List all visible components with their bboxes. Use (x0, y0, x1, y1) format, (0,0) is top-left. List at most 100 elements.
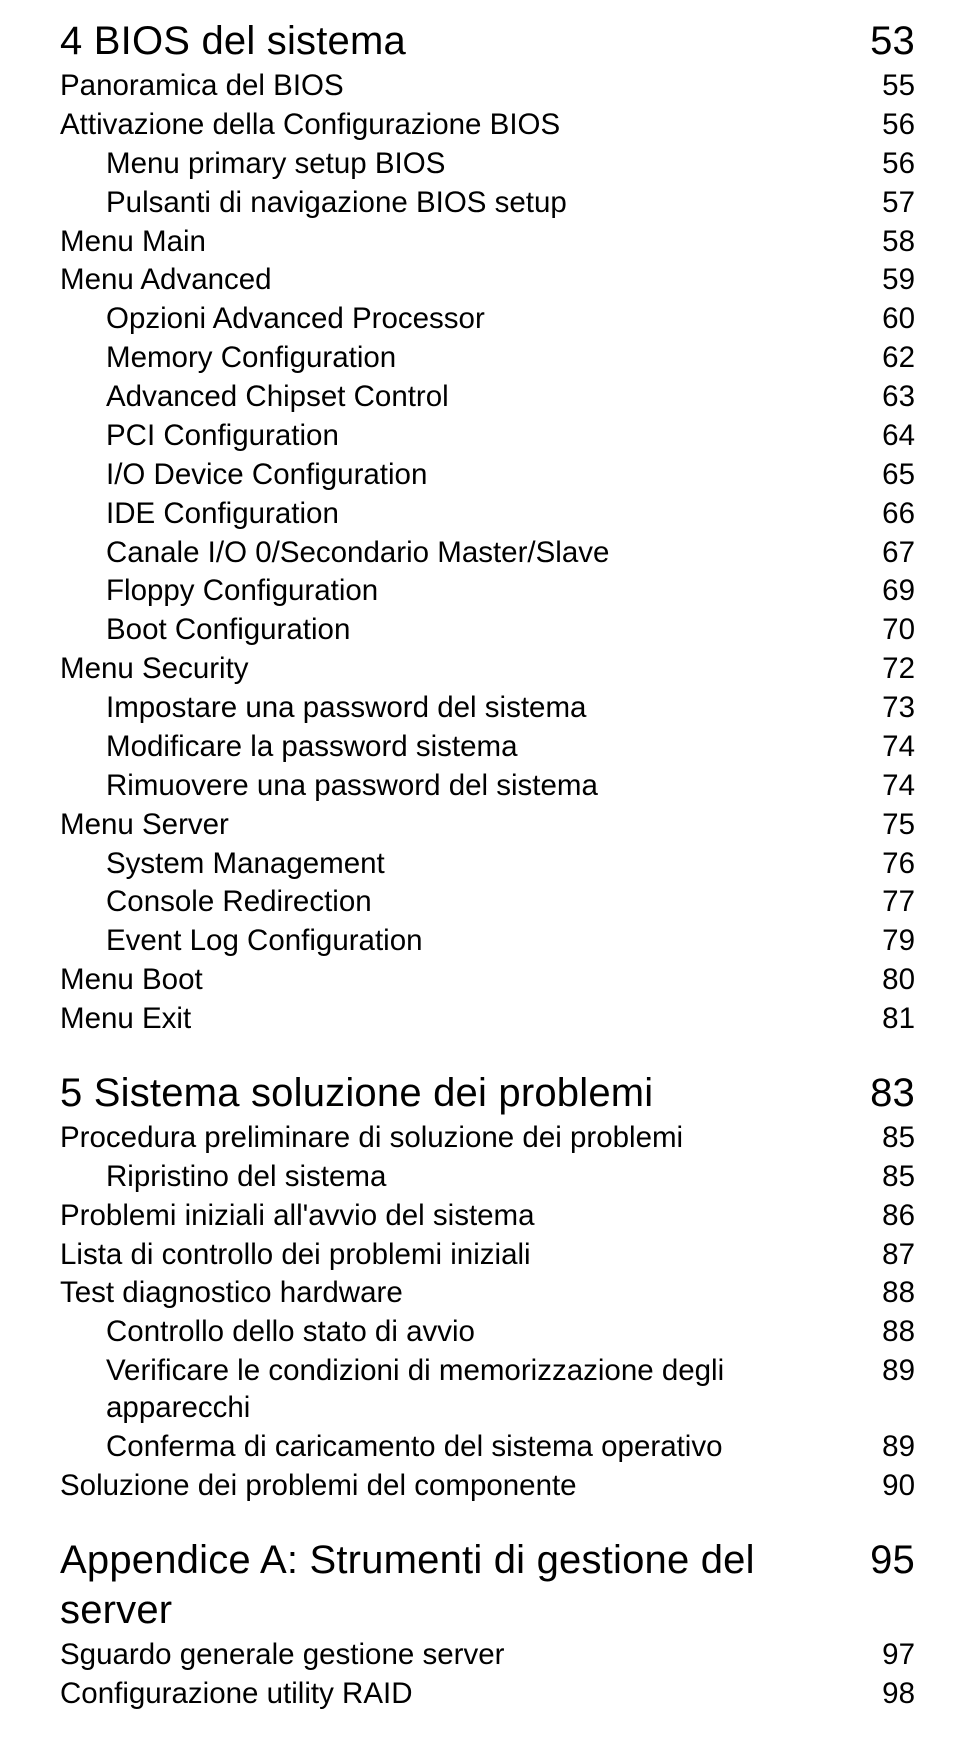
toc-entry-l1: Floppy Configuration (106, 573, 388, 610)
toc-page-number: 97 (855, 1637, 915, 1674)
section-gap (60, 1038, 915, 1062)
chapter-title: 5 Sistema soluzione dei problemi (60, 1068, 653, 1118)
toc-row: Memory Configuration 62 (60, 340, 915, 377)
toc-entry-l1: Verificare le condizioni di memorizzazio… (106, 1353, 855, 1427)
toc-entry-l0: Problemi iniziali all'avvio del sistema (60, 1198, 535, 1235)
toc-row: Menu primary setup BIOS56 (60, 146, 915, 183)
toc-page-number: 87 (855, 1237, 915, 1274)
toc-row: IDE Configuration66 (60, 496, 915, 533)
toc-page-number: 67 (855, 535, 915, 572)
chapter-title: Appendice A: Strumenti di gestione del s… (60, 1535, 855, 1635)
toc-row: Pulsanti di navigazione BIOS setup 57 (60, 185, 915, 222)
toc-page-number: 90 (855, 1468, 915, 1505)
toc-row: Conferma di caricamento del sistema oper… (60, 1429, 915, 1466)
toc-row: System Management 76 (60, 846, 915, 883)
toc-entry-l0: Attivazione della Configurazione BIOS (60, 107, 560, 144)
toc-page-number: 88 (855, 1275, 915, 1312)
toc-page-number: 73 (855, 690, 915, 727)
toc-entry-l0: Sguardo generale gestione server (60, 1637, 504, 1674)
toc-row: Procedura preliminare di soluzione dei p… (60, 1120, 915, 1157)
toc-entry-l1: System Management (106, 846, 395, 883)
toc-page-number: 85 (855, 1120, 915, 1157)
chapter-page: 95 (855, 1535, 915, 1585)
toc-page-number: 76 (855, 846, 915, 883)
toc-entry-l0: Panoramica del BIOS (60, 68, 344, 105)
toc-row: Modificare la password sistema74 (60, 729, 915, 766)
toc-page-number: 86 (855, 1198, 915, 1235)
toc-page-number: 80 (855, 962, 915, 999)
toc-page-number: 79 (855, 923, 915, 960)
toc-entry-l1: Controllo dello stato di avvio (106, 1314, 485, 1351)
toc-entry-l1: I/O Device Configuration (106, 457, 437, 494)
toc-row: Menu Advanced 59 (60, 262, 915, 299)
toc-page-number: 56 (855, 146, 915, 183)
toc-page-number: 56 (855, 107, 915, 144)
toc-row: Impostare una password del sistema 73 (60, 690, 915, 727)
toc-row: Appendice A: Strumenti di gestione del s… (60, 1535, 915, 1635)
toc-page-number: 89 (855, 1429, 915, 1466)
toc-entry-l0: Menu Boot (60, 962, 203, 999)
toc-row: Lista di controllo dei problemi iniziali… (60, 1237, 915, 1274)
toc-row: Opzioni Advanced Processor60 (60, 301, 915, 338)
toc-row: Canale I/O 0/Secondario Master/Slave 67 (60, 535, 915, 572)
toc-row: Menu Server 75 (60, 807, 915, 844)
chapter-title: 4 BIOS del sistema (60, 16, 406, 66)
toc-row: Ripristino del sistema85 (60, 1159, 915, 1196)
toc-entry-l0: Test diagnostico hardware (60, 1275, 403, 1312)
toc-page-number: 72 (855, 651, 915, 688)
toc-page-number: 63 (855, 379, 915, 416)
toc-row: Problemi iniziali all'avvio del sistema 8… (60, 1198, 915, 1235)
toc-row: Event Log Configuration 79 (60, 923, 915, 960)
toc-row: Verificare le condizioni di memorizzazio… (60, 1353, 915, 1427)
toc-page-number: 55 (855, 68, 915, 105)
toc-page-number: 64 (855, 418, 915, 455)
toc-entry-l1: Event Log Configuration (106, 923, 433, 960)
toc-page-number: 66 (855, 496, 915, 533)
toc-page-number: 58 (855, 224, 915, 261)
toc-row: I/O Device Configuration65 (60, 457, 915, 494)
section-gap (60, 1505, 915, 1529)
toc-entry-l1: Boot Configuration (106, 612, 360, 649)
toc-row: Floppy Configuration 69 (60, 573, 915, 610)
toc-entry-l1: Canale I/O 0/Secondario Master/Slave (106, 535, 619, 572)
toc-entry-l1: Rimuovere una password del sistema (106, 768, 608, 805)
toc-row: 5 Sistema soluzione dei problemi 83 (60, 1068, 915, 1118)
toc-entry-l0: Procedura preliminare di soluzione dei p… (60, 1120, 683, 1157)
toc-entry-l0: Menu Server (60, 807, 229, 844)
toc-page-number: 62 (855, 340, 915, 377)
toc-entry-l1: Console Redirection (106, 884, 382, 921)
toc-entry-l0: Lista di controllo dei problemi iniziali (60, 1237, 531, 1274)
chapter-page: 83 (855, 1068, 915, 1118)
toc-entry-l0: Menu Advanced (60, 262, 272, 299)
toc-entry-l1: Opzioni Advanced Processor (106, 301, 495, 338)
toc-row: Panoramica del BIOS 55 (60, 68, 915, 105)
toc-entry-l0: Menu Main (60, 224, 206, 261)
toc-page-number: 88 (855, 1314, 915, 1351)
toc-entry-l1: PCI Configuration (106, 418, 349, 455)
toc-entry-l1: Memory Configuration (106, 340, 406, 377)
toc-row: Boot Configuration70 (60, 612, 915, 649)
toc-entry-l0: Soluzione dei problemi del componente (60, 1468, 577, 1505)
toc-page-number: 74 (855, 729, 915, 766)
toc-row: Menu Security 72 (60, 651, 915, 688)
toc-entry-l0: Menu Exit (60, 1001, 191, 1038)
toc-row: Menu Main 58 (60, 224, 915, 261)
toc-row: Controllo dello stato di avvio 88 (60, 1314, 915, 1351)
toc-row: Sguardo generale gestione server 97 (60, 1637, 915, 1674)
toc-page-number: 81 (855, 1001, 915, 1038)
toc-page-number: 89 (855, 1353, 915, 1390)
toc-entry-l1: Conferma di caricamento del sistema oper… (106, 1429, 733, 1466)
toc-page-number: 77 (855, 884, 915, 921)
toc-row: Menu Boot 80 (60, 962, 915, 999)
toc-page-number: 69 (855, 573, 915, 610)
toc-entry-l0: Configurazione utility RAID (60, 1676, 413, 1713)
toc-page-number: 75 (855, 807, 915, 844)
toc-row: Test diagnostico hardware 88 (60, 1275, 915, 1312)
toc-entry-l1: Impostare una password del sistema (106, 690, 596, 727)
toc-row: 4 BIOS del sistema53 (60, 16, 915, 66)
toc-entry-l0: Menu Security (60, 651, 249, 688)
toc-page-number: 57 (855, 185, 915, 222)
toc-page-number: 74 (855, 768, 915, 805)
toc-page-number: 59 (855, 262, 915, 299)
toc-entry-l1: Pulsanti di navigazione BIOS setup (106, 185, 577, 222)
